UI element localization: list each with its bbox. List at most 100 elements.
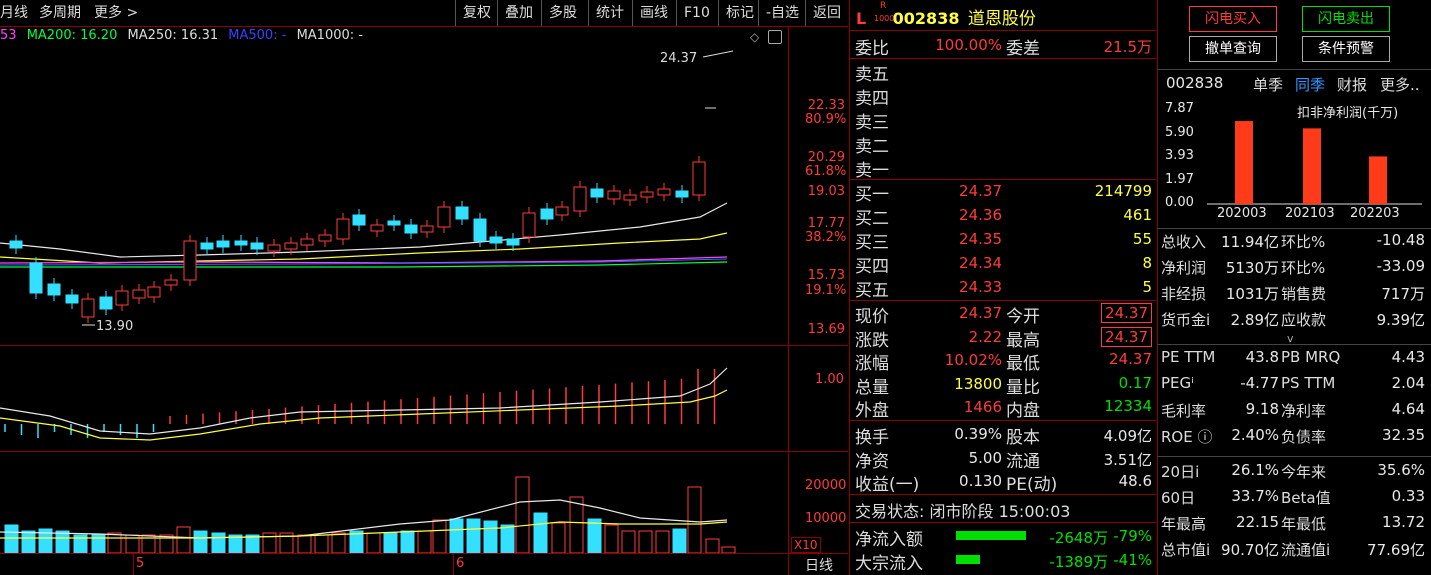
volume-bar <box>466 518 481 553</box>
toolbar-button[interactable]: 返回 <box>805 0 848 26</box>
volume-unit: X10 <box>791 537 821 553</box>
bid-price[interactable]: 24.35 <box>910 230 1002 248</box>
volume-axis-label-1: 20000 <box>805 478 847 493</box>
side-divider-top <box>1157 69 1431 70</box>
extra-divider <box>850 494 1156 495</box>
volume-bar <box>314 534 329 553</box>
chevron-right-icon: > <box>126 5 139 21</box>
candle-body <box>234 240 248 246</box>
candle-body <box>183 240 197 281</box>
finance-bar-chart <box>1207 121 1422 205</box>
finance-tab[interactable]: 同季 <box>1295 74 1325 95</box>
extra-label: 流通 <box>1006 451 1040 472</box>
metric-value: 4.64 <box>1391 400 1425 418</box>
extra-label: 股本 <box>1006 428 1040 448</box>
toolbar-button[interactable]: 多股 <box>541 0 584 26</box>
toolbar-button[interactable]: F10 <box>676 0 717 26</box>
finance-y-tick: 1.97 <box>1165 171 1194 187</box>
metric-value: 11.94亿 <box>1221 233 1279 251</box>
weibi-label: 委比 <box>855 39 889 59</box>
candle-body <box>437 206 451 228</box>
finance-tab[interactable]: 更多.. <box>1380 74 1420 95</box>
extra-label: 换手 <box>855 428 889 448</box>
toolbar-button[interactable]: 画线 <box>632 0 675 26</box>
flash-sell-button[interactable]: 闪电卖出 <box>1302 6 1390 32</box>
bid-price[interactable]: 24.36 <box>910 206 1002 224</box>
price-axis-label: 17.77 <box>807 216 845 231</box>
volume-bars <box>4 476 736 553</box>
toolbar-button[interactable]: 统计 <box>588 0 631 26</box>
bid-price[interactable]: 24.37 <box>910 182 1002 200</box>
toolbar-button[interactable]: 叠加 <box>497 0 540 26</box>
stat-value: 0.17 <box>1118 373 1152 392</box>
bid-price[interactable]: 24.33 <box>910 278 1002 296</box>
finance-bar <box>1235 121 1253 204</box>
ask-label: 卖四 <box>855 89 889 109</box>
volume-bar <box>417 530 432 553</box>
candle-body <box>81 298 95 318</box>
metric-value: -4.77 <box>1240 374 1279 392</box>
metric-label: PB MRQ <box>1281 348 1341 366</box>
metric-label: 应收款 <box>1281 311 1327 329</box>
metric-label: 净利率 <box>1281 402 1327 420</box>
volume-bar <box>483 520 498 553</box>
bid-price[interactable]: 24.34 <box>910 254 1002 272</box>
finance-tab[interactable]: 单季 <box>1253 74 1283 95</box>
finance-y-tick: 5.90 <box>1165 124 1194 140</box>
indicator-axis-label: 1.00 <box>815 372 844 387</box>
condition-alert-button[interactable]: 条件预警 <box>1302 36 1390 62</box>
extra-label: PE(动) <box>1006 475 1058 495</box>
stat-label: 现价 <box>855 307 889 327</box>
fin-divider <box>1157 344 1431 345</box>
cancel-order-button[interactable]: 撤单查询 <box>1189 36 1277 62</box>
toolbar-button[interactable]: 复权 <box>455 0 498 26</box>
bids-divider <box>850 300 1156 301</box>
flow-pct: -79% <box>1113 527 1152 545</box>
metric-value: 33.7% <box>1231 487 1279 505</box>
finance-x-label: 202003 <box>1217 206 1267 221</box>
candle-body <box>387 220 401 226</box>
weibi-value: 100.00% <box>935 36 1002 54</box>
candle-body <box>318 234 332 242</box>
toolbar-button[interactable]: -自选 <box>758 0 806 26</box>
bid-label: 买二 <box>855 209 889 229</box>
volume-bar <box>176 526 191 553</box>
candle-body <box>692 161 706 196</box>
more-menu[interactable]: 更多 > <box>94 0 138 26</box>
finance-bar <box>1303 128 1321 204</box>
volume-bar <box>705 538 720 553</box>
ma-yellow-line <box>0 232 728 264</box>
candlestick-chart: 24.37 13.90 <box>0 50 734 334</box>
side-stock-code: 002838 <box>1166 74 1224 92</box>
stat-label: 最高 <box>1006 330 1040 351</box>
date-tick-2 <box>453 554 454 575</box>
chart-mode-label[interactable]: 日线 <box>805 555 833 575</box>
finance-tab[interactable]: 财报 <box>1337 74 1367 95</box>
price-axis-label: 20.29 <box>807 150 845 165</box>
volume-bar <box>621 530 636 553</box>
low-mark: 13.90 <box>96 319 133 334</box>
stock-code: 002838 <box>892 9 960 28</box>
volume-axis-label-2: 10000 <box>805 511 847 526</box>
high-arrow <box>702 50 734 58</box>
weicha-value: 21.5万 <box>1103 38 1152 56</box>
flow-pct: -41% <box>1113 551 1152 569</box>
date-tick-1 <box>133 554 134 575</box>
stat-value: 24.37 <box>1109 350 1152 368</box>
candle-body <box>455 206 469 220</box>
volume-bar <box>551 522 566 553</box>
bid-volume: 461 <box>1123 206 1152 224</box>
metric-value: -33.09 <box>1376 257 1425 275</box>
header-divider <box>850 30 1156 31</box>
candle-body <box>573 186 587 212</box>
candle-body <box>147 286 161 298</box>
multi-period-button[interactable]: 多周期 <box>39 0 81 26</box>
flash-buy-button[interactable]: 闪电买入 <box>1189 6 1277 32</box>
volume-bar <box>383 532 398 553</box>
period-label[interactable]: 月线 <box>0 0 28 26</box>
quote-panel: L R 1000 002838 道恩股份 委比 100.00% 委差 21.5万… <box>850 0 1156 575</box>
date-label-2: 6 <box>456 556 465 571</box>
toolbar-button[interactable]: 标记 <box>718 0 761 26</box>
metric-label: 环比% <box>1281 233 1326 251</box>
candle-body <box>47 283 61 296</box>
